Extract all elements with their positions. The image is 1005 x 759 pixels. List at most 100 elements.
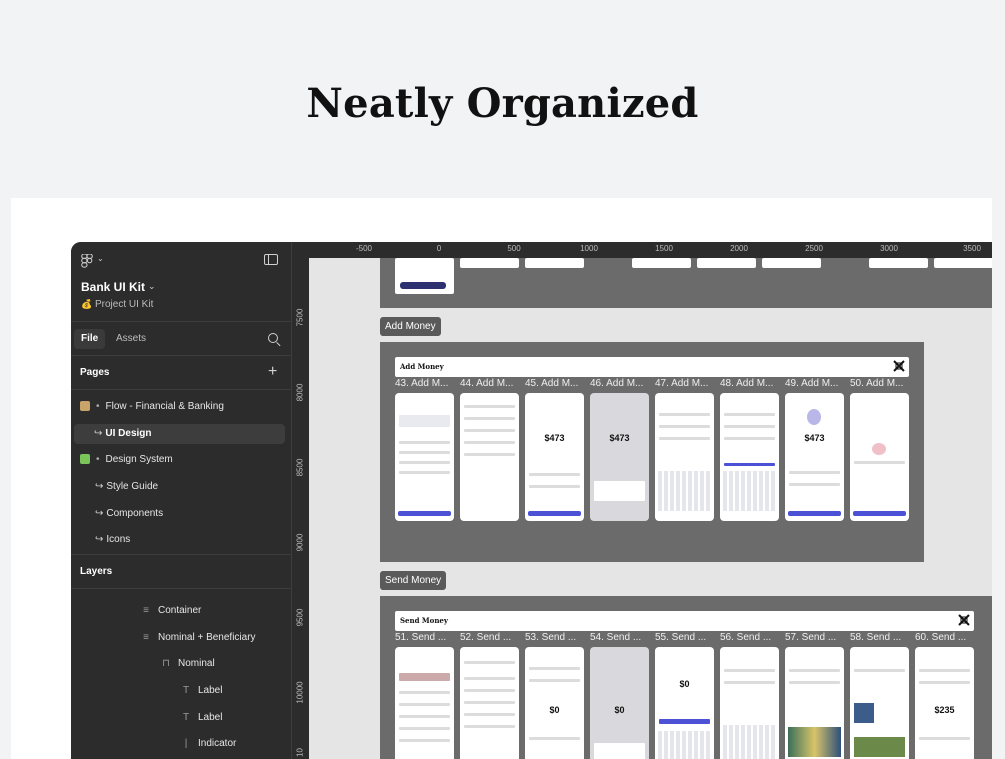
layer-row[interactable]: ≡ Container xyxy=(139,601,201,621)
subpage-arrow-icon: ↪ xyxy=(95,481,104,492)
panel-toggle-icon[interactable] xyxy=(264,254,278,265)
frame-thumbnail[interactable] xyxy=(785,647,844,759)
ruler-tick: 1000 xyxy=(580,244,598,253)
file-menu-chevron-icon[interactable]: ⌄ xyxy=(148,281,156,292)
frame-label[interactable]: 44. Add M... xyxy=(460,378,520,389)
tab-file[interactable]: File xyxy=(74,329,106,349)
layer-row[interactable]: ≡ Nominal + Beneficiary xyxy=(139,628,255,648)
ruler-tick: 9500 xyxy=(295,608,305,627)
close-icon[interactable] xyxy=(893,360,905,372)
frame-thumbnail[interactable] xyxy=(697,258,756,268)
page-item-icons[interactable]: ↪ Icons xyxy=(71,530,292,550)
frame-label[interactable]: 52. Send ... xyxy=(460,632,520,643)
file-name[interactable]: Bank UI Kit xyxy=(81,280,145,294)
chevron-down-icon[interactable]: ⌄ xyxy=(97,254,104,263)
search-icon[interactable] xyxy=(268,333,278,343)
page-item-components[interactable]: ↪ Components xyxy=(71,504,292,524)
layer-label: Indicator xyxy=(198,738,237,749)
left-sidebar: ⌄ Bank UI Kit ⌄ 💰 Project UI Kit File As… xyxy=(71,242,292,759)
frame-thumbnail[interactable] xyxy=(395,393,454,521)
frame-label[interactable]: 45. Add M... xyxy=(525,378,585,389)
layers-list: ≡ Container ≡ Nominal + Beneficiary ⊓ Nomin… xyxy=(71,589,291,759)
frame-label[interactable]: 60. Send ... xyxy=(915,632,975,643)
subpage-arrow-icon: ↪ xyxy=(95,534,104,545)
frame-label[interactable]: 57. Send ... xyxy=(785,632,845,643)
frame-label[interactable]: 43. Add M... xyxy=(395,378,455,389)
page-item-design-system[interactable]: • Design System xyxy=(71,450,292,470)
page-item-flow[interactable]: • Flow - Financial & Banking xyxy=(71,397,292,417)
pages-header: Pages + xyxy=(71,356,291,390)
ruler-tick: 2000 xyxy=(730,244,748,253)
stack-icon: ≡ xyxy=(143,605,149,616)
send-money-frame-header[interactable]: Send Money xyxy=(395,611,974,631)
frame-label[interactable]: 53. Send ... xyxy=(525,632,585,643)
ruler-tick: 10000 xyxy=(295,681,305,704)
frame-thumbnail[interactable]: $0 xyxy=(590,647,649,759)
frame-thumbnail[interactable] xyxy=(395,258,454,294)
frame-thumbnail[interactable] xyxy=(850,393,909,521)
frame-label[interactable]: 55. Send ... xyxy=(655,632,715,643)
frame-thumbnail[interactable] xyxy=(762,258,821,268)
section-label-send-money[interactable]: Send Money xyxy=(380,571,447,590)
showcase-card: ⌄ Bank UI Kit ⌄ 💰 Project UI Kit File As… xyxy=(11,198,992,759)
frame-thumbnail[interactable] xyxy=(460,647,519,759)
frame-thumbnail[interactable]: $473 xyxy=(590,393,649,521)
frame-thumbnail[interactable] xyxy=(395,647,454,759)
frame-thumbnail[interactable] xyxy=(720,647,779,759)
page-label: Flow - Financial & Banking xyxy=(105,401,224,412)
frame-thumbnail[interactable] xyxy=(632,258,691,268)
figma-logo-icon[interactable] xyxy=(81,254,93,268)
illustration xyxy=(872,443,886,455)
vertical-ruler: 7500 8000 8500 9000 9500 10000 10 xyxy=(292,258,309,759)
frame-thumbnail[interactable]: $473 xyxy=(525,393,584,521)
add-page-icon[interactable]: + xyxy=(268,364,277,380)
frame-thumbnail[interactable] xyxy=(720,393,779,521)
page-bullet: • xyxy=(96,401,100,412)
page-item-ui-design[interactable]: ↪ UI Design xyxy=(74,424,285,444)
layer-label: Container xyxy=(158,605,202,616)
frame-label[interactable]: 51. Send ... xyxy=(395,632,455,643)
frame-thumbnail[interactable] xyxy=(460,258,519,268)
layer-row[interactable]: T Label xyxy=(179,681,223,701)
illustration xyxy=(807,409,821,425)
frame-thumbnail[interactable]: $235 xyxy=(915,647,974,759)
frame-label[interactable]: 54. Send ... xyxy=(590,632,650,643)
frame-label[interactable]: 48. Add M... xyxy=(720,378,780,389)
frame-label[interactable]: 58. Send ... xyxy=(850,632,910,643)
frame-label[interactable]: 49. Add M... xyxy=(785,378,845,389)
frame-thumbnail[interactable] xyxy=(525,258,584,268)
frame-thumbnail[interactable] xyxy=(850,647,909,759)
frame-thumbnail[interactable] xyxy=(869,258,928,268)
project-name[interactable]: 💰 Project UI Kit xyxy=(81,299,153,310)
subpage-arrow-icon: ↪ xyxy=(94,428,103,439)
frame-label[interactable]: 47. Add M... xyxy=(655,378,715,389)
progress-dots xyxy=(400,282,446,289)
ruler-tick: 3500 xyxy=(963,244,981,253)
frame-thumbnail[interactable]: $0 xyxy=(655,647,714,759)
amount-text: $0 xyxy=(549,705,560,715)
frame-label[interactable]: 50. Add M... xyxy=(850,378,910,389)
design-canvas[interactable]: -500 0 500 1000 1500 2000 2500 3000 3500… xyxy=(292,242,992,759)
add-money-frame-header[interactable]: Add Money xyxy=(395,357,909,377)
section-label-add-money[interactable]: Add Money xyxy=(380,317,441,336)
frame-label[interactable]: 46. Add M... xyxy=(590,378,650,389)
layer-row[interactable]: ⊓ Nominal xyxy=(159,654,215,674)
folder-emoji-icon xyxy=(80,401,90,412)
frame-thumbnail[interactable] xyxy=(460,393,519,521)
frame-title: Add Money xyxy=(400,362,444,371)
frame-title: Send Money xyxy=(400,616,448,625)
frame-label[interactable]: 56. Send ... xyxy=(720,632,780,643)
ruler-tick: 3000 xyxy=(880,244,898,253)
frame-thumbnail[interactable]: $473 xyxy=(785,393,844,521)
close-icon[interactable] xyxy=(958,614,970,626)
frame-thumbnail[interactable] xyxy=(655,393,714,521)
frame-thumbnail[interactable] xyxy=(934,258,992,268)
page-item-style-guide[interactable]: ↪ Style Guide xyxy=(71,477,292,497)
layer-row[interactable]: | Indicator xyxy=(179,734,237,754)
tab-assets[interactable]: Assets xyxy=(109,329,153,349)
hero-title: Neatly Organized xyxy=(306,80,699,127)
page-label: Icons xyxy=(106,534,131,545)
text-icon: T xyxy=(182,712,190,723)
layer-row[interactable]: T Label xyxy=(179,708,223,728)
frame-thumbnail[interactable]: $0 xyxy=(525,647,584,759)
